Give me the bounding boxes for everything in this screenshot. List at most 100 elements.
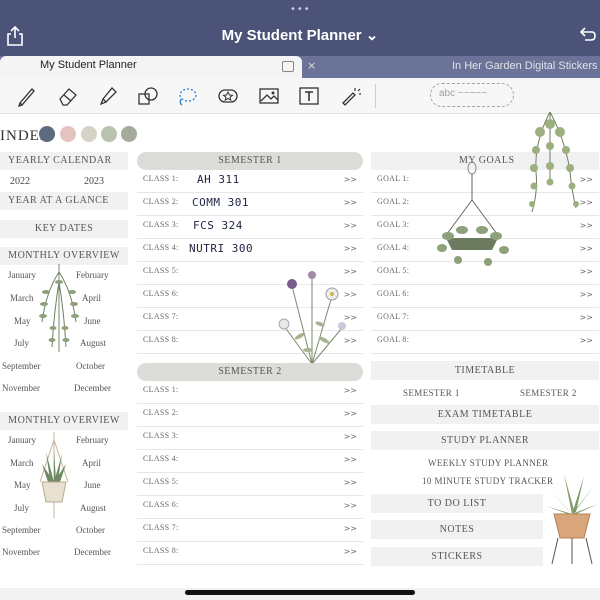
to-do-list-link[interactable]: TO DO LIST [371, 494, 543, 513]
go-arrow[interactable]: >> [344, 221, 357, 230]
year-2022-link[interactable]: 2022 [10, 176, 30, 187]
semester-1-class-row[interactable]: CLASS 2: COMM 301 >> [137, 193, 363, 216]
go-arrow[interactable]: >> [580, 313, 593, 322]
semester-2-class-row[interactable]: CLASS 1: >> [137, 381, 363, 404]
key-dates-link[interactable]: KEY DATES [0, 220, 128, 238]
semester-2-class-row[interactable]: CLASS 4: >> [137, 450, 363, 473]
go-arrow[interactable]: >> [344, 386, 357, 395]
go-arrow[interactable]: >> [580, 336, 593, 345]
tab-my-student-planner[interactable]: My Student Planner [0, 56, 302, 78]
month-link-october[interactable]: October [76, 525, 105, 535]
month-link-october[interactable]: October [76, 361, 105, 371]
go-arrow[interactable]: >> [580, 290, 593, 299]
semester-1-header[interactable]: SEMESTER 1 [137, 152, 363, 170]
goal-row[interactable]: GOAL 6: >> [371, 285, 599, 308]
semester-2-class-row[interactable]: CLASS 7: >> [137, 519, 363, 542]
year-2023-link[interactable]: 2023 [84, 176, 104, 187]
go-arrow[interactable]: >> [344, 198, 357, 207]
semester-2-class-row[interactable]: CLASS 8: >> [137, 542, 363, 565]
semester-2-header[interactable]: SEMESTER 2 [137, 363, 363, 381]
tab-in-her-garden-stickers[interactable]: In Her Garden Digital Stickers [452, 60, 598, 72]
highlighter-icon[interactable] [97, 85, 119, 107]
shapes-icon[interactable] [137, 85, 159, 107]
month-link-july[interactable]: July [14, 503, 29, 513]
month-link-july[interactable]: July [14, 338, 29, 348]
color-swatch[interactable] [101, 126, 117, 142]
close-tab-icon[interactable]: × [307, 59, 316, 72]
month-link-november[interactable]: November [2, 383, 40, 393]
go-arrow[interactable]: >> [344, 524, 357, 533]
monthly-overview-2-link[interactable]: MONTHLY OVERVIEW [0, 412, 128, 430]
go-arrow[interactable]: >> [344, 175, 357, 184]
window-icon[interactable] [282, 61, 294, 72]
toolbar-divider [375, 84, 376, 108]
semester-2-class-row[interactable]: CLASS 3: >> [137, 427, 363, 450]
month-link-march[interactable]: March [10, 458, 34, 468]
timetable-semester-2-link[interactable]: SEMESTER 2 [520, 388, 577, 398]
exam-timetable-link[interactable]: EXAM TIMETABLE [371, 405, 599, 424]
month-link-april[interactable]: April [82, 458, 101, 468]
go-arrow[interactable]: >> [344, 432, 357, 441]
go-arrow[interactable]: >> [344, 478, 357, 487]
month-link-september[interactable]: September [2, 525, 41, 535]
semester-1-class-row[interactable]: CLASS 4: NUTRI 300 >> [137, 239, 363, 262]
month-link-june[interactable]: June [84, 316, 101, 326]
month-link-february[interactable]: February [76, 435, 109, 445]
eraser-icon[interactable] [57, 85, 79, 107]
weekly-study-planner-link[interactable]: WEEKLY STUDY PLANNER [428, 458, 548, 468]
goal-row[interactable]: GOAL 7: >> [371, 308, 599, 331]
year-at-a-glance-link[interactable]: YEAR AT A GLANCE [0, 192, 128, 210]
month-link-may[interactable]: May [14, 480, 31, 490]
stickers-link[interactable]: STICKERS [371, 547, 543, 566]
timetable-link[interactable]: TIMETABLE [371, 361, 599, 380]
sticker-icon[interactable] [217, 85, 239, 107]
month-link-june[interactable]: June [84, 480, 101, 490]
color-swatch[interactable] [81, 126, 97, 142]
text-icon[interactable] [298, 85, 320, 107]
go-arrow[interactable]: >> [344, 501, 357, 510]
month-link-january[interactable]: January [8, 435, 36, 445]
semester-2-class-row[interactable]: CLASS 5: >> [137, 473, 363, 496]
yearly-calendar-link[interactable]: YEARLY CALENDAR [0, 152, 128, 170]
go-arrow[interactable]: >> [344, 244, 357, 253]
notes-link[interactable]: NOTES [371, 520, 543, 539]
timetable-semester-1-link[interactable]: SEMESTER 1 [403, 388, 460, 398]
undo-icon[interactable] [578, 27, 596, 43]
go-arrow[interactable]: >> [344, 455, 357, 464]
image-icon[interactable] [258, 85, 280, 107]
month-link-september[interactable]: September [2, 361, 41, 371]
pen-icon[interactable] [16, 85, 38, 108]
go-arrow[interactable]: >> [580, 267, 593, 276]
semester-1-class-row[interactable]: CLASS 1: AH 311 >> [137, 170, 363, 193]
document-title[interactable]: My Student Planner ⌄ [0, 26, 600, 44]
lasso-icon[interactable] [176, 85, 198, 107]
semester-1-class-row[interactable]: CLASS 3: FCS 324 >> [137, 216, 363, 239]
more-dots[interactable]: ••• [290, 4, 311, 15]
home-indicator[interactable] [185, 590, 415, 595]
class-name: AH 311 [197, 173, 240, 186]
month-link-april[interactable]: April [82, 293, 101, 303]
go-arrow[interactable]: >> [580, 221, 593, 230]
month-link-may[interactable]: May [14, 316, 31, 326]
month-link-march[interactable]: March [10, 293, 34, 303]
color-swatch[interactable] [60, 126, 76, 142]
go-arrow[interactable]: >> [580, 244, 593, 253]
study-planner-link[interactable]: STUDY PLANNER [371, 431, 599, 450]
potted-plant-illustration [546, 474, 598, 565]
month-link-january[interactable]: January [8, 270, 36, 280]
color-swatch[interactable] [39, 126, 55, 142]
month-link-august[interactable]: August [80, 503, 106, 513]
month-link-december[interactable]: December [74, 547, 111, 557]
semester-2-class-row[interactable]: CLASS 6: >> [137, 496, 363, 519]
text-style-preview[interactable]: abc ~~~~~ [430, 83, 514, 107]
color-swatch[interactable] [121, 126, 137, 142]
go-arrow[interactable]: >> [344, 409, 357, 418]
go-arrow[interactable]: >> [344, 547, 357, 556]
month-link-december[interactable]: December [74, 383, 111, 393]
month-link-november[interactable]: November [2, 547, 40, 557]
goal-row[interactable]: GOAL 8: >> [371, 331, 599, 354]
ten-minute-study-tracker-link[interactable]: 10 MINUTE STUDY TRACKER [422, 476, 553, 486]
semester-2-class-row[interactable]: CLASS 2: >> [137, 404, 363, 427]
text-style-placeholder: abc ~~~~~ [439, 88, 488, 99]
laser-pointer-icon[interactable] [339, 85, 361, 107]
